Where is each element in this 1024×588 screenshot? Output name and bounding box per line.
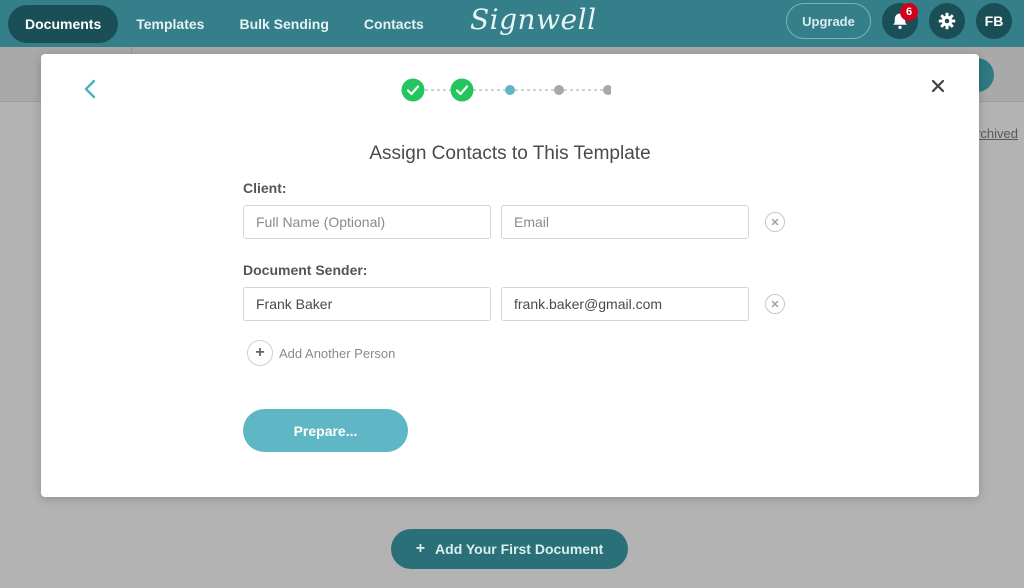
nav-contacts[interactable]: Contacts [347,5,441,43]
add-another-person-button[interactable]: + Add Another Person [247,340,395,366]
step-5-pending-dot [603,85,611,95]
progress-stepper [401,78,611,102]
remove-x-icon [771,300,779,308]
client-email-input[interactable] [501,205,749,239]
settings-button[interactable] [929,3,965,39]
archived-link[interactable]: Archived [978,126,1018,141]
sender-email-input[interactable] [501,287,749,321]
step-2-complete-icon [450,78,474,102]
sender-name-input[interactable] [243,287,491,321]
plus-icon: + [247,340,273,366]
add-another-person-label: Add Another Person [279,345,396,361]
sender-role-label: Document Sender: [243,262,368,278]
user-avatar[interactable]: FB [976,3,1012,39]
notification-badge: 6 [900,3,918,21]
modal-title: Assign Contacts to This Template [369,143,651,164]
nav-bulk-sending[interactable]: Bulk Sending [222,5,345,43]
plus-icon: + [415,540,426,557]
nav-documents[interactable]: Documents [8,4,119,43]
back-button[interactable] [81,78,101,100]
chevron-left-icon [84,79,96,99]
upgrade-button[interactable]: Upgrade [786,3,871,39]
add-first-document-button[interactable]: + Add Your First Document [391,529,628,569]
gear-icon [938,12,956,30]
remove-x-icon [771,218,779,226]
step-3-current-dot [505,85,515,95]
client-role-label: Client: [243,180,287,196]
close-button[interactable] [928,76,948,96]
signwell-logo[interactable]: Signwell [470,3,597,36]
add-first-document-label: Add Your First Document [435,541,604,557]
remove-sender-button[interactable] [765,294,785,314]
step-1-complete-icon [401,78,425,102]
assign-contacts-modal: Assign Contacts to This Template Client:… [41,54,979,497]
nav-templates[interactable]: Templates [119,5,221,43]
step-4-pending-dot [554,85,564,95]
top-nav-bar: Documents Templates Bulk Sending Contact… [0,0,1024,47]
prepare-button[interactable]: Prepare... [243,409,408,452]
client-name-input[interactable] [243,205,491,239]
close-icon [931,79,945,93]
remove-client-button[interactable] [765,212,785,232]
